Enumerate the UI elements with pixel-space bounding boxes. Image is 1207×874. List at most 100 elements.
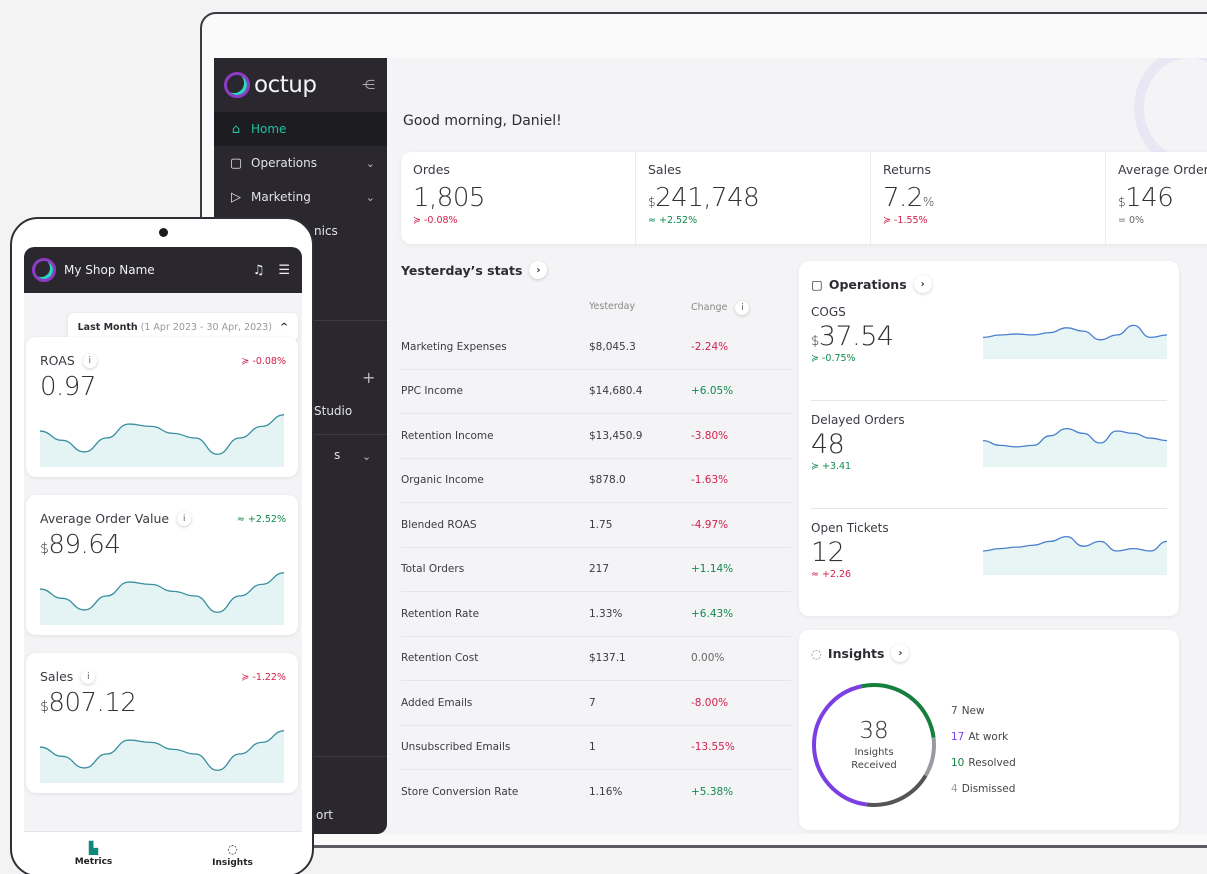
tab-label: Insights — [212, 857, 253, 868]
operations-metric[interactable]: COGS $37.54 ≽ -0.75% — [811, 293, 1167, 401]
kpi-number: 146 — [1125, 183, 1174, 213]
sidebar-item-partial[interactable]: ort — [316, 808, 333, 822]
legend-item[interactable]: 10 Resolved — [951, 750, 1016, 776]
insights-ring[interactable]: 38 Insights Received — [809, 680, 939, 810]
sidebar-item-partial[interactable]: s — [334, 448, 340, 462]
phone-metric-card[interactable]: Sales i ≽ -1.22% $807.12 — [26, 653, 298, 793]
date-range-label: Last Month — [77, 321, 138, 333]
table-row[interactable]: Organic Income $878.0 -1.63% — [401, 459, 791, 503]
row-yesterday: $13,450.9 — [589, 429, 643, 442]
chevron-down-icon: ⌄ — [365, 190, 375, 204]
row-name: PPC Income — [401, 385, 463, 398]
table-row[interactable]: Marketing Expenses $8,045.3 -2.24% — [401, 325, 791, 370]
row-name: Unsubscribed Emails — [401, 741, 511, 754]
row-change: -4.97% — [691, 518, 729, 531]
phone-screen: My Shop Name ♫ ☰ Last Month (1 Apr 2023 … — [24, 247, 302, 874]
date-range-value: (1 Apr 2023 - 30 Apr, 2023) — [140, 321, 272, 333]
kpi-summary-card: Ordes 1,805 ≽ -0.08% Sales $241,748 ≈ +2… — [401, 152, 1207, 244]
legend-item[interactable]: 17 At work — [951, 724, 1016, 750]
home-icon: ⌂ — [231, 121, 241, 137]
tab-metrics[interactable]: ▙ Metrics — [24, 832, 163, 874]
chevron-right-icon[interactable]: › — [913, 275, 932, 293]
operations-metric[interactable]: Delayed Orders 48 ≽ +3.41 — [811, 401, 1167, 509]
kpi-change: ≽ -0.08% — [413, 215, 458, 226]
sidebar-item-operations[interactable]: ▢ Operations ⌄ — [214, 146, 387, 180]
kpi-change: ≈ +2.52% — [648, 215, 698, 226]
laptop-base — [200, 845, 1207, 848]
row-name: Retention Rate — [401, 607, 480, 620]
octup-logo-icon — [32, 258, 56, 282]
phone-metric-card[interactable]: Average Order Value i ≈ +2.52% $89.64 — [26, 495, 298, 635]
collapse-sidebar-icon[interactable]: ⋲ — [362, 78, 375, 93]
info-icon[interactable]: i — [81, 669, 96, 684]
sidebar-item-marketing[interactable]: ▷ Marketing ⌄ — [214, 180, 387, 214]
table-row[interactable]: Retention Cost $137.1 0.00% — [401, 637, 791, 681]
kpi-value: 1,805 — [413, 183, 623, 213]
info-icon[interactable]: i — [735, 301, 750, 315]
percent-symbol: % — [922, 195, 934, 209]
operations-metric[interactable]: Open Tickets 12 ≈ +2.26 — [811, 509, 1167, 617]
table-row[interactable]: Blended ROAS 1.75 -4.97% — [401, 503, 791, 548]
row-name: Retention Income — [401, 429, 494, 442]
row-yesterday: $14,680.4 — [589, 385, 643, 398]
sparkline-area — [40, 730, 284, 783]
bell-icon[interactable]: ♫ — [253, 263, 265, 278]
row-yesterday: 1.16% — [589, 786, 623, 799]
legend-item[interactable]: 7 New — [951, 698, 1016, 724]
table-row[interactable]: PPC Income $14,680.4 +6.05% — [401, 370, 791, 414]
bar-chart-icon: ▙ — [88, 840, 99, 855]
table-row[interactable]: Total Orders 217 +1.14% — [401, 548, 791, 592]
add-icon[interactable]: + — [362, 368, 375, 387]
logo-text: octup — [254, 72, 317, 98]
kpi-label: Returns — [883, 162, 931, 177]
sparkline — [40, 730, 284, 783]
metric-label-text: ROAS — [40, 353, 75, 368]
label-line: Insights — [854, 747, 894, 758]
kpi-sales[interactable]: Sales $241,748 ≈ +2.52% — [636, 152, 871, 244]
sidebar-item-label: Operations — [251, 156, 317, 170]
info-icon[interactable]: i — [82, 353, 97, 368]
sidebar-item-partial[interactable]: nics — [314, 224, 338, 238]
table-row[interactable]: Added Emails 7 -8.00% — [401, 681, 791, 726]
menu-icon[interactable]: ☰ — [278, 263, 290, 278]
insights-legend: 7 New 17 At work 10 Resolved 4 Dismissed — [951, 698, 1016, 802]
chevron-right-icon[interactable]: › — [891, 644, 910, 662]
insights-card: ◌ Insights › 38 Insights Received 7 New … — [799, 630, 1179, 830]
legend-count: 4 — [951, 783, 958, 795]
metric-change: ≈ +2.52% — [236, 514, 286, 525]
row-yesterday: 1.75 — [589, 518, 613, 531]
kpi-returns[interactable]: Returns 7.2% ≽ -1.55% — [871, 152, 1106, 244]
kpi-value: $146 — [1118, 183, 1207, 213]
insights-title: ◌ Insights › — [811, 644, 1167, 662]
row-name: Marketing Expenses — [401, 340, 507, 353]
table-row[interactable]: Retention Rate 1.33% +6.43% — [401, 592, 791, 637]
row-yesterday: $8,045.3 — [589, 340, 636, 353]
tab-insights[interactable]: ◌ Insights — [163, 832, 302, 874]
kpi-orders[interactable]: Ordes 1,805 ≽ -0.08% — [401, 152, 636, 244]
label-line: Received — [851, 760, 897, 771]
row-name: Retention Cost — [401, 652, 479, 665]
marketing-composite: octup ⋲ ⌂ Home ▢ Operations ⌄ ▷ Marketin… — [0, 0, 1207, 874]
sidebar-item-home[interactable]: ⌂ Home — [214, 112, 387, 146]
kpi-average-order[interactable]: Average Order $146 = 0% — [1106, 152, 1207, 244]
sparkline-area — [40, 414, 284, 467]
yesterday-stats-title: Yesterday’s stats › — [401, 261, 791, 279]
row-change: +5.38% — [691, 786, 734, 799]
legend-item[interactable]: 4 Dismissed — [951, 776, 1016, 802]
row-change: -8.00% — [691, 696, 729, 709]
kpi-label: Ordes — [413, 162, 450, 177]
table-row[interactable]: Retention Income $13,450.9 -3.80% — [401, 414, 791, 459]
metric-label-text: Average Order Value — [40, 511, 170, 526]
phone-metric-card[interactable]: ROAS i ≽ -0.08% 0.97 — [26, 337, 298, 477]
table-row[interactable]: Store Conversion Rate 1.16% +5.38% — [401, 770, 791, 815]
info-icon[interactable]: i — [177, 511, 192, 526]
metric-value: $807.12 — [40, 688, 284, 718]
header-icons: ♫ ☰ — [253, 263, 290, 278]
legend-label: New — [961, 705, 985, 717]
table-row[interactable]: Unsubscribed Emails 1 -13.55% — [401, 726, 791, 770]
sparkline — [983, 427, 1167, 467]
chevron-right-icon[interactable]: › — [529, 261, 548, 279]
sidebar-item-partial[interactable]: Studio — [314, 404, 352, 418]
lightbulb-icon: ◌ — [811, 645, 822, 661]
metric-number: 12 — [811, 537, 845, 568]
